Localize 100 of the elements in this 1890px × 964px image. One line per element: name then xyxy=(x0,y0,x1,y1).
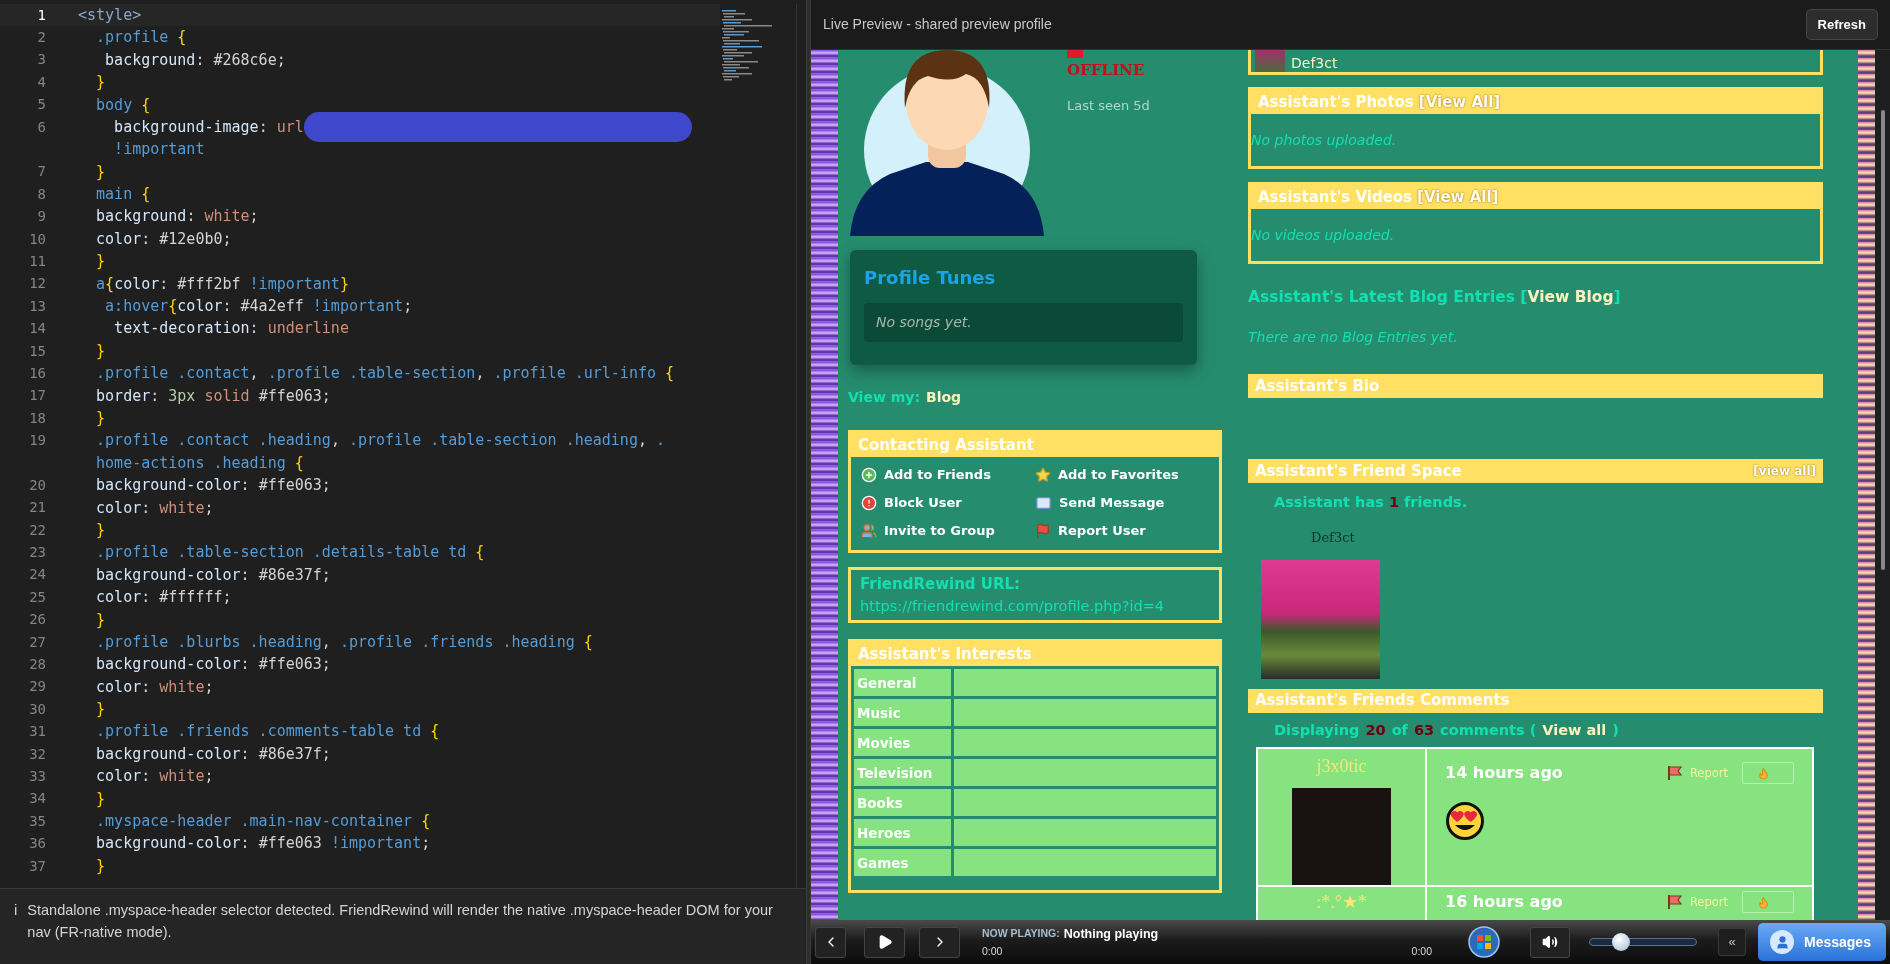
notice-text: Standalone .myspace-header selector detected. FriendRewind will render the native .myspace-header DOM for your nav (FR-native mode). xyxy=(27,901,774,942)
heading-text: Assistant's Friend Space xyxy=(1255,461,1462,482)
line-number: 30 xyxy=(28,699,46,719)
volume-thumb[interactable] xyxy=(1612,933,1631,951)
plus-circle-icon xyxy=(861,466,877,483)
line-number: 5 xyxy=(36,95,46,115)
line-number: 15 xyxy=(28,341,46,361)
line-number: 1 xyxy=(36,5,46,25)
status-indicator xyxy=(1067,50,1083,58)
flag-icon xyxy=(1665,765,1684,782)
interest-label-cell: Games xyxy=(854,849,951,877)
contact-action-link[interactable]: Add to Friends xyxy=(861,463,1035,486)
code-line: <style> xyxy=(78,4,142,26)
line-number: 19 xyxy=(28,431,46,451)
next-button[interactable] xyxy=(919,926,960,958)
code-line: } xyxy=(95,72,106,94)
alert-icon xyxy=(861,494,877,511)
interest-label-cell: General xyxy=(854,669,951,697)
line-number: 8 xyxy=(36,184,46,204)
collapse-button[interactable]: « xyxy=(1718,928,1746,956)
contact-action-link[interactable]: Send Message xyxy=(1035,491,1209,514)
line-number: 18 xyxy=(28,408,46,428)
code-line: } xyxy=(95,408,106,429)
comments-summary: Displaying 20 of 63 comments ( View all ) xyxy=(1274,720,1620,740)
flame-icon xyxy=(1757,766,1770,780)
star-icon xyxy=(1035,466,1051,483)
code-line: background-color: #ffe063; xyxy=(95,475,331,497)
code-line: background: white; xyxy=(95,206,259,228)
code-line: a{color: #fff2bf !important} xyxy=(95,273,349,295)
line-number: 33 xyxy=(28,766,46,786)
blog-heading: Assistant's Latest Blog Entries [View Blog] xyxy=(1248,287,1622,308)
info-icon: i xyxy=(14,899,18,921)
contact-action-link[interactable]: Invite to Group xyxy=(861,519,1035,542)
people-icon xyxy=(861,522,877,539)
heading-text: Assistant's Friends Comments xyxy=(1255,690,1510,712)
line-number: 32 xyxy=(28,744,46,764)
previous-button[interactable] xyxy=(815,926,846,958)
interest-label-cell: Movies xyxy=(854,729,951,757)
code-line: text-decoration: underline xyxy=(113,318,349,340)
code-line: a:hover{color: #4a2eff !important; xyxy=(104,296,413,318)
volume-button[interactable] xyxy=(1530,926,1570,958)
line-number: 34 xyxy=(28,789,46,809)
code-line: } xyxy=(95,855,106,877)
tunes-title: Profile Tunes xyxy=(864,266,997,290)
code-line: background-color: #ffe063 !important; xyxy=(95,833,431,855)
code-line: } xyxy=(95,699,106,721)
line-number: 10 xyxy=(28,229,46,249)
author-name: :*.°★* xyxy=(1316,891,1367,915)
code-line: background-image: url xyxy=(113,116,304,138)
code-line: background-color: #86e37f; xyxy=(95,564,331,586)
interest-label-cell: Music xyxy=(854,699,951,727)
heading-text: Assistant's Bio xyxy=(1255,376,1380,397)
line-number: 17 xyxy=(28,386,46,406)
contact-action-link[interactable]: Add to Favorites xyxy=(1035,463,1209,486)
code-line: body { xyxy=(95,94,151,116)
refresh-button[interactable]: Refresh xyxy=(1805,8,1878,41)
line-number: 29 xyxy=(28,677,46,697)
code-line: !important xyxy=(113,139,205,161)
line-number: 11 xyxy=(28,252,46,271)
blog-link[interactable]: Blog xyxy=(926,387,962,408)
elapsed-time: 0:00 xyxy=(982,943,1003,959)
friend-thumbnail-placeholder xyxy=(1255,50,1285,72)
code-line: color: white; xyxy=(95,676,214,698)
line-number: 7 xyxy=(36,162,46,182)
line-number: 35 xyxy=(28,811,46,831)
contact-action-link[interactable]: Report User xyxy=(1035,519,1209,542)
speaker-icon xyxy=(1542,934,1558,950)
line-number: 25 xyxy=(28,587,46,607)
line-number: 22 xyxy=(28,520,46,540)
play-button[interactable] xyxy=(864,926,905,958)
line-number: 28 xyxy=(28,655,46,674)
line-number: 4 xyxy=(36,72,46,92)
view-my-label: View my: xyxy=(848,388,920,407)
empty-blog-text: There are no Blog Entries yet. xyxy=(1248,328,1459,348)
line-number: 26 xyxy=(28,610,46,630)
contact-action-link[interactable]: Block User xyxy=(861,491,1035,514)
code-line: } xyxy=(95,161,106,183)
line-number: 24 xyxy=(28,565,46,585)
line-number: 12 xyxy=(28,274,46,294)
orb-logo-icon xyxy=(1468,926,1500,958)
line-number: 13 xyxy=(28,296,46,316)
code-line: } xyxy=(95,609,106,631)
code-line: main { xyxy=(95,184,151,206)
profile-url: https://friendrewind.com/profile.php?id=4 xyxy=(860,596,1165,616)
code-line: .profile .table-section .details-table td { xyxy=(95,542,485,564)
duration-time: 0:00 xyxy=(1411,943,1432,959)
line-number: 16 xyxy=(28,363,46,383)
messages-button[interactable]: Messages xyxy=(1758,923,1886,961)
code-line: } xyxy=(95,251,106,273)
code-line: .profile .friends .comments-table td { xyxy=(95,721,440,743)
section-heading: Assistant's Interests xyxy=(851,642,1219,667)
code-line: home-actions .heading { xyxy=(95,452,304,474)
flame-icon xyxy=(1757,895,1770,909)
code-line: } xyxy=(95,788,106,810)
line-number: 2 xyxy=(36,28,46,48)
friend-name: Def3ct xyxy=(1291,54,1338,72)
section-heading: Assistant's Photos [View All] xyxy=(1251,90,1820,114)
author-name: j3x0tic xyxy=(1316,755,1367,779)
interest-label-cell: Heroes xyxy=(854,819,951,847)
empty-songs-box: No songs yet. xyxy=(864,303,1183,342)
